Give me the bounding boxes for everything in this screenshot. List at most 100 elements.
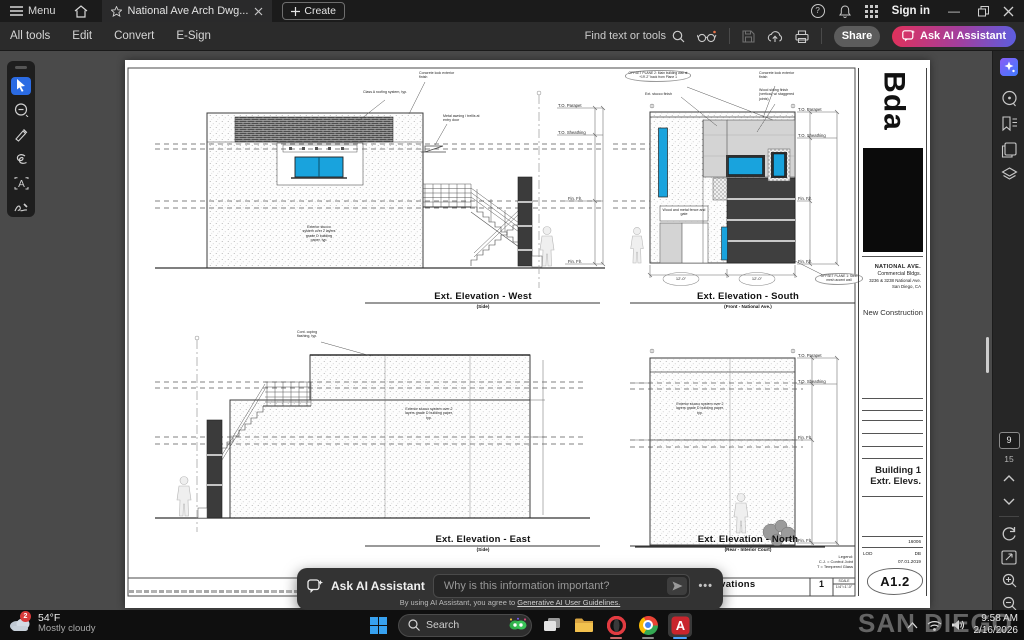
- ai-more-options-button[interactable]: •••: [698, 580, 713, 592]
- hamburger-icon: [10, 6, 23, 16]
- project-status: New Construction: [863, 308, 923, 317]
- page-thumbnails-panel-icon[interactable]: [993, 142, 1024, 158]
- project-type: Commercial Bldgs.: [877, 271, 921, 277]
- west-elevation-title: Ext. Elevation - West: [403, 291, 563, 302]
- ai-chat-icon: [902, 30, 915, 42]
- level-label: Fin. Flr.: [798, 538, 812, 543]
- running-indicator: [673, 637, 687, 639]
- callout-offset-plane-1: OFFSET PLANE 1: Steel mesh accent wall: [815, 273, 863, 285]
- notifications-icon[interactable]: [839, 5, 851, 18]
- create-button[interactable]: Create: [282, 2, 345, 20]
- bookmarks-panel-icon[interactable]: [993, 116, 1024, 132]
- sheet-strip-number: 1: [810, 579, 833, 589]
- sign-in-button[interactable]: Sign in: [892, 5, 930, 17]
- zoom-out-button[interactable]: [993, 596, 1024, 611]
- north-elevation-subtitle: (Rear - Interior Court): [668, 547, 828, 552]
- acrobat-icon: A: [671, 616, 690, 635]
- level-label: Fin. Flr.: [568, 196, 582, 201]
- restore-button[interactable]: [978, 6, 989, 17]
- taskbar-search[interactable]: Search: [398, 614, 532, 637]
- tab-close-icon[interactable]: [254, 7, 263, 16]
- rail-divider: [999, 516, 1019, 517]
- previous-page-button[interactable]: [993, 474, 1024, 482]
- ai-guidelines-link[interactable]: Generative AI User Guidelines.: [517, 598, 620, 607]
- checked-by: DB: [915, 551, 921, 556]
- ask-ai-assistant-button[interactable]: Ask AI Assistant: [892, 26, 1016, 47]
- dimension-12ft: 12'-0": [667, 276, 695, 281]
- annotation-ext-stucco: Ext. stucco finish: [645, 92, 685, 96]
- tray-date: 2/16/2026: [974, 625, 1019, 637]
- next-page-button[interactable]: [993, 498, 1024, 506]
- toolbar-item-edit[interactable]: Edit: [72, 30, 92, 42]
- vertical-scrollbar[interactable]: [986, 337, 989, 373]
- send-icon: [672, 581, 683, 591]
- print-icon[interactable]: [795, 30, 809, 43]
- logo-image-block: [863, 148, 923, 252]
- annotation-awning: Metal awning / trellis at entry door: [443, 114, 487, 123]
- save-icon[interactable]: [742, 30, 755, 43]
- home-button[interactable]: [74, 5, 88, 18]
- start-button[interactable]: [366, 613, 390, 637]
- acrobat-button-active[interactable]: A: [668, 613, 692, 637]
- ai-send-button[interactable]: [667, 577, 687, 595]
- weather-widget[interactable]: 2 54°F Mostly cloudy: [8, 612, 96, 635]
- find-label: Find text or tools: [585, 30, 666, 42]
- highlight-tool[interactable]: [11, 126, 31, 144]
- search-icon: [672, 30, 685, 43]
- toolbar-divider: [729, 28, 730, 44]
- file-explorer-button[interactable]: [572, 613, 596, 637]
- network-icon[interactable]: [927, 619, 942, 631]
- add-text-tool[interactable]: A: [11, 174, 31, 192]
- help-icon[interactable]: ?: [811, 4, 825, 18]
- current-page-input[interactable]: 9: [999, 432, 1020, 449]
- comments-panel-icon[interactable]: [993, 90, 1024, 107]
- clock-widget[interactable]: 9:58 AM 2/16/2026: [974, 613, 1019, 637]
- level-label: Fin. Flr.: [798, 196, 812, 201]
- close-button[interactable]: [1003, 6, 1014, 17]
- tray-time: 9:58 AM: [974, 613, 1019, 625]
- level-label: T.O. Sheathing: [798, 133, 826, 138]
- firm-logo: Bda: [877, 67, 911, 136]
- minimize-button[interactable]: —: [944, 4, 964, 18]
- zoom-in-button[interactable]: [993, 573, 1024, 588]
- layers-panel-icon[interactable]: [993, 167, 1024, 182]
- sheet-drawing: [125, 60, 930, 608]
- ai-assistant-panel-icon[interactable]: [993, 58, 1024, 76]
- annotation-stucco-east: Exterior stucco system over 2 layers gra…: [403, 407, 455, 420]
- search-highlight-mask-icon: [509, 617, 527, 633]
- legend: Legend: C.J. = Control Joint T = Tempere…: [777, 554, 853, 570]
- ai-question-input[interactable]: [442, 579, 664, 593]
- rotate-page-button[interactable]: [993, 526, 1024, 542]
- fill-sign-tool[interactable]: [11, 199, 31, 217]
- apps-grid-icon[interactable]: [865, 5, 878, 18]
- chrome-browser-button[interactable]: [636, 613, 660, 637]
- project-address1: 3236 & 3238 National Ave.: [869, 278, 921, 283]
- volume-icon[interactable]: [951, 619, 965, 631]
- menu-button[interactable]: Menu: [10, 5, 56, 17]
- search-icon: [408, 619, 420, 631]
- running-indicator: [642, 637, 654, 639]
- toolbar-item-esign[interactable]: E-Sign: [176, 30, 211, 42]
- cloud-upload-icon[interactable]: [767, 30, 783, 43]
- tray-chevron-icon[interactable]: [907, 622, 918, 629]
- annotation-concrete: Concrete look exterior finish: [419, 71, 461, 80]
- south-elevation-subtitle: (Front - National Ave.): [668, 304, 828, 309]
- draw-tool[interactable]: [11, 150, 31, 168]
- find-control[interactable]: Find text or tools: [585, 30, 685, 43]
- rail-handle[interactable]: [15, 66, 27, 69]
- tab-title: National Ave Arch Dwg...: [128, 5, 249, 17]
- title-block: Bda NATIONAL AVE. Commercial Bldgs. 3236…: [858, 68, 927, 596]
- fit-page-button[interactable]: [993, 550, 1024, 565]
- toolbar-item-all-tools[interactable]: All tools: [10, 30, 50, 42]
- file-explorer-icon: [574, 617, 594, 633]
- toolbar-item-convert[interactable]: Convert: [114, 30, 154, 42]
- select-tool[interactable]: [11, 77, 31, 95]
- ask-ai-label: Ask AI Assistant: [920, 30, 1006, 42]
- task-view-button[interactable]: [540, 613, 564, 637]
- opera-browser-button[interactable]: [604, 613, 628, 637]
- comment-tool[interactable]: [11, 101, 31, 119]
- signature-icon: [14, 202, 29, 214]
- share-button[interactable]: Share: [834, 26, 880, 47]
- ai-glasses-icon[interactable]: [697, 30, 717, 43]
- document-tab[interactable]: National Ave Arch Dwg...: [102, 0, 273, 22]
